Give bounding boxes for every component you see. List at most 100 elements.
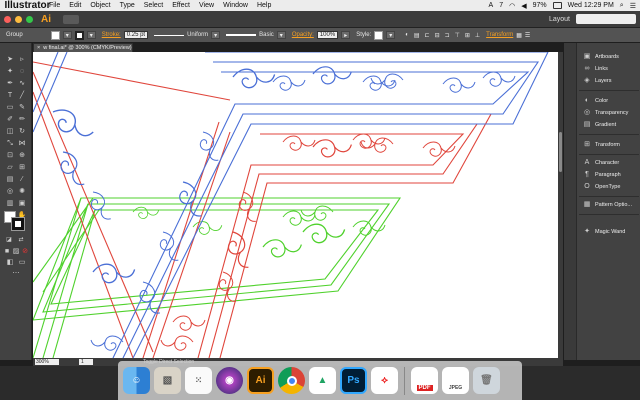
panel-pattern-options[interactable]: ▦ Pattern Optio... [583,201,632,209]
blend-tool-icon[interactable]: ◎ [5,187,15,196]
pdf-file-dock-icon[interactable]: PDF [411,367,438,394]
menu-file[interactable]: File [49,2,60,9]
fill-swatch[interactable] [50,30,60,40]
curvature-tool-icon[interactable]: ∿ [17,79,27,88]
none-mode-icon[interactable]: ⊘ [20,247,30,256]
acrobat-dock-icon[interactable]: ⟡ [371,367,398,394]
panel-paragraph[interactable]: ¶ Paragraph [583,171,621,179]
workspace-switcher[interactable]: Layout [549,16,570,23]
align-middle-icon[interactable]: ⊞ [465,32,470,39]
align-icon[interactable]: ▤ [414,32,420,39]
clock[interactable]: Wed 12:29 PM [568,2,614,9]
adobe-status-icon[interactable]: A [489,2,494,9]
panel-layers[interactable]: ◈ Layers [583,77,611,85]
illustrator-dock-icon[interactable]: Ai [247,367,274,394]
trash-dock-icon[interactable]: 🗑 [473,367,500,394]
column-graph-tool-icon[interactable]: ▥ [5,199,15,208]
battery-icon[interactable] [552,2,562,9]
scale-tool-icon[interactable]: ⤡ [5,139,15,148]
eraser-tool-icon[interactable]: ◫ [5,127,15,136]
menu-edit[interactable]: Edit [69,2,81,9]
stroke-label[interactable]: Stroke: [102,32,121,38]
brush-definition[interactable]: Basic [259,32,274,38]
volume-icon[interactable]: ◀ [521,2,526,10]
panel-transparency[interactable]: ◎ Transparency [583,109,628,117]
perspective-grid-tool-icon[interactable]: ▱ [5,163,15,172]
align-top-icon[interactable]: ⊤ [455,32,460,39]
stroke-weight-field[interactable]: 0.25 pt [123,31,149,39]
edit-toolbar-icon[interactable]: ⋯ [11,269,21,278]
graphic-style-swatch[interactable] [374,30,384,40]
free-transform-tool-icon[interactable]: ⊡ [5,151,15,160]
document-tab[interactable]: × w final.ai* @ 300% (CMYK/Preview) [33,43,133,52]
stroke-swatch[interactable] [74,30,84,40]
zoom-window-button[interactable] [26,15,33,23]
mesh-tool-icon[interactable]: ⊞ [17,163,27,172]
profile-dropdown[interactable]: ▾ [211,31,221,39]
eyedropper-tool-icon[interactable]: ⁄ [17,175,27,184]
panel-artboards[interactable]: ▣ Artboards [583,53,619,61]
draw-mode-icon[interactable]: ◧ [5,258,15,267]
menu-effect[interactable]: Effect [172,2,190,9]
battery-percent[interactable]: 97% [533,2,547,9]
vertical-scrollbar[interactable] [558,52,563,358]
arrange-documents-icon[interactable] [63,14,79,24]
pen-tool-icon[interactable]: ✒ [5,79,15,88]
opacity-field[interactable]: 100% [316,31,339,39]
align-left-icon[interactable]: ⊏ [425,32,430,39]
siri-dock-icon[interactable]: ◉ [216,367,243,394]
panel-transform[interactable]: ⊞ Transform [583,141,620,149]
opacity-label[interactable]: Opacity: [292,32,314,38]
panel-collapse-strip[interactable] [564,43,576,360]
finder-dock-icon[interactable]: ☺ [123,367,150,394]
width-tool-icon[interactable]: ⋈ [17,139,27,148]
gradient-tool-icon[interactable]: ▤ [5,175,15,184]
opacity-dropdown[interactable]: ▸ [341,31,351,39]
control-menu-icon[interactable]: ☰ [525,32,530,39]
brush-dropdown[interactable]: ▾ [276,31,286,39]
notification-count-icon[interactable]: 7 [499,2,503,9]
line-tool-icon[interactable]: ╱ [17,91,27,100]
align-center-icon[interactable]: ⊟ [435,32,440,39]
style-dropdown[interactable]: ▾ [386,31,396,39]
spotlight-icon[interactable]: ⌕ [620,2,624,10]
lasso-tool-icon[interactable]: ◌ [17,67,27,76]
panel-character[interactable]: A Character [583,159,620,167]
menu-help[interactable]: Help [257,2,271,9]
direct-selection-tool-icon[interactable]: ▹ [17,55,27,64]
paintbrush-tool-icon[interactable]: ✎ [17,103,27,112]
align-bottom-icon[interactable]: ⊥ [475,32,480,39]
artboard-number-field[interactable]: 1 [79,359,93,365]
photoshop-dock-icon[interactable]: Ps [340,367,367,394]
panel-color[interactable]: ◐ Color [583,97,608,105]
menu-view[interactable]: View [199,2,214,9]
artboard-canvas[interactable] [33,52,558,358]
jpeg-file-dock-icon[interactable]: JPEG [442,367,469,394]
chrome-dock-icon[interactable] [278,367,305,394]
minimize-window-button[interactable] [15,15,22,23]
rectangle-tool-icon[interactable]: ▭ [5,103,15,112]
variable-width-profile[interactable]: Uniform [187,32,208,38]
search-stock-input[interactable] [576,14,636,24]
google-drive-dock-icon[interactable]: ▲ [309,367,336,394]
scroll-thumb[interactable] [559,132,562,172]
menu-window[interactable]: Window [223,2,248,9]
type-tool-icon[interactable]: T [5,91,15,100]
preview-dock-icon[interactable]: ▧ [154,367,181,394]
default-colors-icon[interactable]: ◪ [4,236,14,245]
stroke-color-dropdown[interactable]: ▾ [86,31,96,39]
screen-mode-icon[interactable]: ▭ [17,258,27,267]
fill-dropdown[interactable]: ▾ [62,31,72,39]
close-window-button[interactable] [4,15,11,23]
panel-links[interactable]: ∞ Links [583,65,608,73]
pencil-tool-icon[interactable]: ✏ [17,115,27,124]
isolate-group-icon[interactable]: ▦ [516,32,522,39]
close-tab-icon[interactable]: × [37,45,40,51]
menu-object[interactable]: Object [90,2,110,9]
selection-tool-icon[interactable]: ➤ [5,55,15,64]
align-right-icon[interactable]: ⊐ [445,32,450,39]
stroke-color-box[interactable] [11,217,25,231]
transform-link[interactable]: Transform [486,32,513,38]
menu-type[interactable]: Type [120,2,135,9]
panel-magic-wand[interactable]: ✦ Magic Wand [583,228,625,236]
